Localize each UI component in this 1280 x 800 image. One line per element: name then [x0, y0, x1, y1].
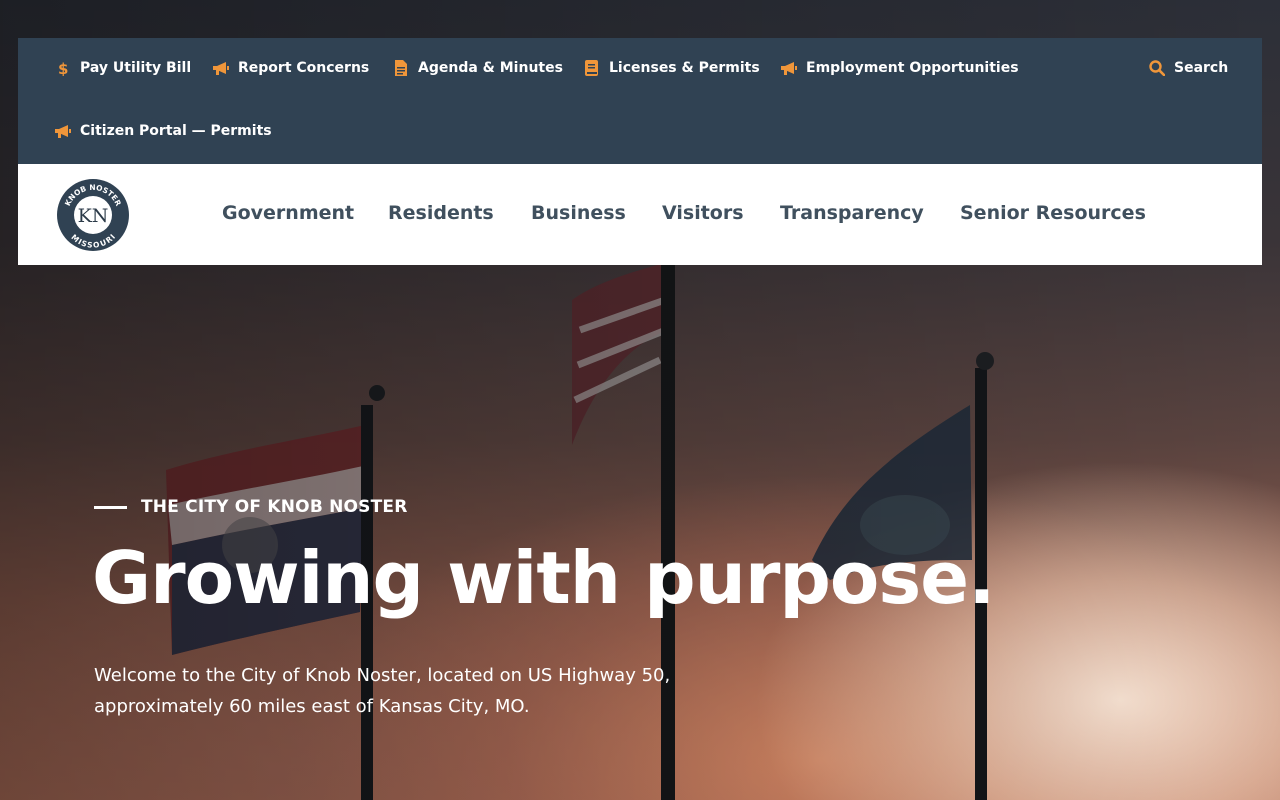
citizen-portal-permits-link[interactable]: Citizen Portal — Permits — [54, 123, 272, 139]
dollar-icon: $ — [54, 60, 72, 76]
search-icon — [1148, 60, 1166, 76]
nav-transparency[interactable]: Transparency — [780, 202, 924, 224]
hero-headline: Growing with purpose. — [92, 536, 995, 620]
pay-utility-bill-link[interactable]: $ Pay Utility Bill — [54, 60, 191, 76]
licenses-permits-link[interactable]: Licenses & Permits — [583, 60, 760, 76]
megaphone-icon — [780, 61, 798, 75]
utility-bar: $ Pay Utility Bill Report Concerns Agend… — [18, 38, 1262, 164]
licenses-permits-label: Licenses & Permits — [609, 60, 760, 76]
megaphone-icon — [212, 61, 230, 75]
main-nav: KNOB NOSTER MISSOURI KN Government Resid… — [18, 164, 1262, 265]
nav-senior-resources[interactable]: Senior Resources — [960, 202, 1146, 224]
eyebrow-rule — [94, 505, 127, 509]
megaphone-icon — [54, 124, 72, 138]
search-label: Search — [1174, 60, 1229, 76]
svg-text:$: $ — [58, 60, 68, 76]
hero-intro-line-2: approximately 60 miles east of Kansas Ci… — [94, 696, 530, 717]
employment-opportunities-link[interactable]: Employment Opportunities — [780, 60, 1019, 76]
report-concerns-label: Report Concerns — [238, 60, 370, 76]
eyebrow-text: THE CITY OF KNOB NOSTER — [141, 497, 408, 517]
agenda-minutes-link[interactable]: Agenda & Minutes — [392, 60, 563, 76]
nav-government[interactable]: Government — [222, 202, 354, 224]
nav-residents[interactable]: Residents — [388, 202, 494, 224]
document-icon — [392, 60, 410, 76]
hero-intro-line-1: Welcome to the City of Knob Noster, loca… — [94, 665, 671, 686]
logo-monogram: KN — [78, 205, 109, 227]
employment-opportunities-label: Employment Opportunities — [806, 60, 1019, 76]
search-button[interactable]: Search — [1148, 60, 1228, 76]
hero-eyebrow: THE CITY OF KNOB NOSTER — [94, 497, 408, 517]
city-logo[interactable]: KNOB NOSTER MISSOURI KN — [56, 178, 130, 252]
nav-visitors[interactable]: Visitors — [662, 202, 744, 224]
report-concerns-link[interactable]: Report Concerns — [212, 60, 369, 76]
hero-intro: Welcome to the City of Knob Noster, loca… — [94, 660, 714, 722]
citizen-portal-permits-label: Citizen Portal — Permits — [80, 123, 272, 139]
agenda-minutes-label: Agenda & Minutes — [418, 60, 563, 76]
nav-business[interactable]: Business — [531, 202, 626, 224]
pay-utility-bill-label: Pay Utility Bill — [80, 60, 192, 76]
book-icon — [583, 60, 601, 76]
